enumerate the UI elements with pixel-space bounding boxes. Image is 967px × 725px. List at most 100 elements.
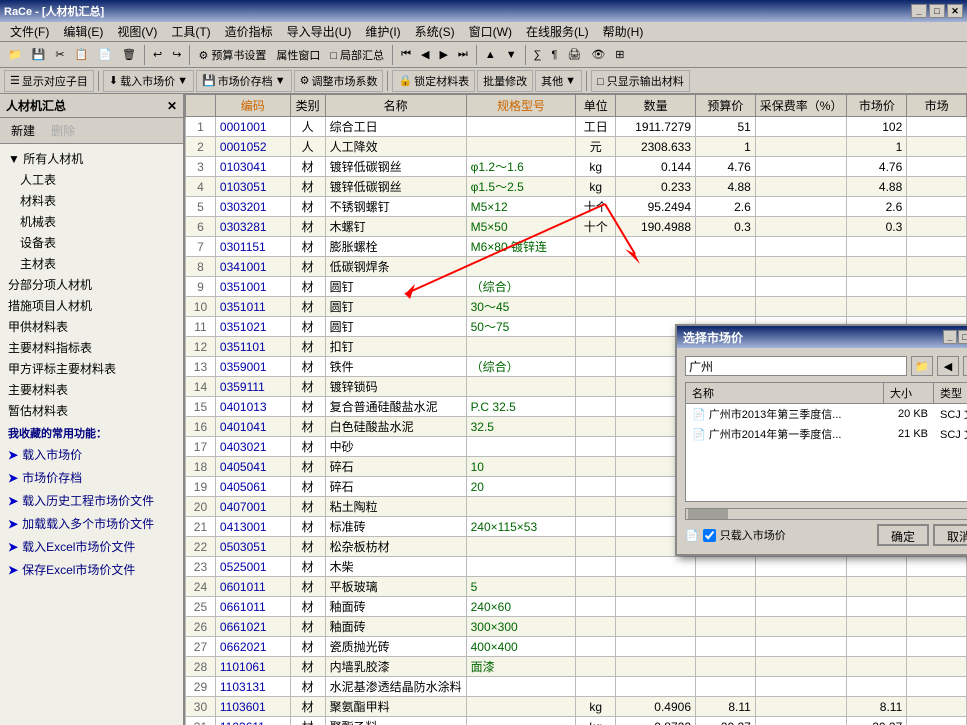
btn-adjust[interactable]: ⚙ 调整市场系数 — [294, 70, 384, 92]
table-row[interactable]: 25 0661011 材 釉面砖 240×60 — [186, 597, 967, 617]
tb-properties[interactable]: 属性窗口 — [272, 44, 324, 66]
tree-measure[interactable]: 措施项目人材机 — [4, 295, 179, 316]
btn-save-price[interactable]: 💾 市场价存档 ▼ — [196, 70, 292, 92]
dialog-path-input[interactable] — [685, 356, 907, 376]
tb-settings[interactable]: ⚙ 预算书设置 — [194, 44, 270, 66]
tb-delete[interactable]: 🗑 — [118, 44, 140, 66]
minimize-button[interactable]: _ — [911, 4, 927, 18]
panel-close-icon[interactable]: ✕ — [167, 99, 177, 113]
col-spec[interactable]: 规格型号 — [466, 95, 576, 117]
tree-labor[interactable]: 人工表 — [4, 169, 179, 190]
func-load-price[interactable]: ➤ 载入市场价 — [4, 443, 179, 466]
load-only-checkbox[interactable] — [703, 529, 716, 542]
dialog-maximize[interactable]: □ — [958, 330, 967, 344]
menu-maintain[interactable]: 维护(I) — [359, 21, 406, 42]
new-btn[interactable]: 新建 — [4, 120, 42, 141]
btn-lock[interactable]: 🔒 锁定材料表 — [392, 70, 475, 92]
table-row[interactable]: 26 0661021 材 釉面砖 300×300 — [186, 617, 967, 637]
menu-help[interactable]: 帮助(H) — [597, 21, 650, 42]
col-mkt2[interactable]: 市场 — [907, 95, 967, 117]
tree-main-mat[interactable]: 主材表 — [4, 253, 179, 274]
table-row[interactable]: 9 0351001 材 圆钉 （综合） — [186, 277, 967, 297]
tb-cut[interactable]: ✂ — [51, 44, 68, 66]
col-name[interactable]: 名称 — [325, 95, 466, 117]
dialog-minimize[interactable]: _ — [943, 330, 957, 344]
tree-machine[interactable]: 机械表 — [4, 211, 179, 232]
tree-material[interactable]: 材料表 — [4, 190, 179, 211]
menu-edit[interactable]: 编辑(E) — [57, 21, 109, 42]
table-row[interactable]: 28 1101061 材 内墙乳胶漆 面漆 — [186, 657, 967, 677]
tb-redo[interactable]: ↪ — [168, 44, 185, 66]
close-button[interactable]: ✕ — [947, 4, 963, 18]
func-save-price[interactable]: ➤ 市场价存档 — [4, 466, 179, 489]
dialog-scrollbar[interactable] — [685, 508, 967, 520]
table-row[interactable]: 1 0001001 人 综合工日 工日 1911.7279 51 102 — [186, 117, 967, 137]
col-budget[interactable]: 预算价 — [696, 95, 756, 117]
dialog-file-list[interactable]: 名称 大小 类型 📄 广州市2013年第三季度信... 20 KB SCJ 文 — [685, 382, 967, 502]
table-row[interactable]: 5 0303201 材 不锈钢螺钉 M5×12 十个 95.2494 2.6 2… — [186, 197, 967, 217]
table-row[interactable]: 30 1103601 材 聚氨酯甲料 kg 0.4906 8.11 8.11 — [186, 697, 967, 717]
table-row[interactable]: 2 0001052 人 人工降效 元 2308.633 1 1 — [186, 137, 967, 157]
menu-cost[interactable]: 造价指标 — [219, 21, 279, 42]
col-rate[interactable]: 采保费率（%） — [755, 95, 847, 117]
col-type[interactable]: 类别 — [290, 95, 325, 117]
btn-show-items[interactable]: ☰ 显示对应子目 — [4, 70, 94, 92]
tb-copy[interactable]: 📋 — [71, 44, 93, 66]
maximize-button[interactable]: □ — [929, 4, 945, 18]
func-multi-load[interactable]: ➤ 加载载入多个市场价文件 — [4, 512, 179, 535]
ok-button[interactable]: 确定 — [877, 524, 929, 546]
menu-file[interactable]: 文件(F) — [4, 21, 55, 42]
tb-nav3[interactable]: ▶ — [435, 44, 451, 66]
dialog-nav-forward[interactable]: ▶ — [963, 356, 967, 376]
tb-preview[interactable]: 👁 — [587, 44, 609, 66]
file-row-2[interactable]: 📄 广州市2014年第一季度信... 21 KB SCJ 文 — [686, 424, 967, 444]
tb-nav4[interactable]: ⏭ — [454, 44, 472, 66]
tree-eval[interactable]: 甲方评标主要材料表 — [4, 358, 179, 379]
dialog-folder-button[interactable]: 📁 — [911, 356, 933, 376]
tb-paste[interactable]: 📄 — [94, 44, 116, 66]
btn-show-output[interactable]: □ 只显示输出材料 — [591, 70, 690, 92]
menu-window[interactable]: 窗口(W) — [463, 21, 518, 42]
table-row[interactable]: 23 0525001 材 木柴 — [186, 557, 967, 577]
tb-calc[interactable]: ∑ — [530, 44, 546, 66]
tb-nav1[interactable]: ⏮ — [397, 44, 415, 66]
tb-undo[interactable]: ↩ — [149, 44, 166, 66]
delete-btn[interactable]: 删除 — [44, 120, 82, 141]
col-unit[interactable]: 单位 — [576, 95, 616, 117]
btn-other[interactable]: 其他 ▼ — [535, 70, 582, 92]
tb-up[interactable]: ▲ — [481, 44, 500, 66]
menu-view[interactable]: 视图(V) — [111, 21, 163, 42]
table-row[interactable]: 27 0662021 材 瓷质抛光砖 400×400 — [186, 637, 967, 657]
table-row[interactable]: 4 0103051 材 镀锌低碳钢丝 φ1.5～2.5 kg 0.233 4.8… — [186, 177, 967, 197]
func-history[interactable]: ➤ 载入历史工程市场价文件 — [4, 489, 179, 512]
menu-import[interactable]: 导入导出(U) — [281, 21, 358, 42]
func-excel-save[interactable]: ➤ 保存Excel市场价文件 — [4, 558, 179, 581]
btn-load-price[interactable]: ⬇ 载入市场价 ▼ — [103, 70, 194, 92]
func-excel-load[interactable]: ➤ 载入Excel市场价文件 — [4, 535, 179, 558]
file-row-1[interactable]: 📄 广州市2013年第三季度信... 20 KB SCJ 文 — [686, 404, 967, 424]
tree-main-list[interactable]: 主要材料表 — [4, 379, 179, 400]
table-row[interactable]: 7 0301151 材 膨胀螺栓 M6×80 镀锌连 — [186, 237, 967, 257]
tb-summary[interactable]: □ 局部汇总 — [326, 44, 388, 66]
tree-section[interactable]: 分部分项人材机 — [4, 274, 179, 295]
table-row[interactable]: 6 0303281 材 木螺钉 M5×50 十个 190.4988 0.3 0.… — [186, 217, 967, 237]
tree-root[interactable]: ▼ 所有人材机 — [4, 148, 179, 169]
tree-equip[interactable]: 设备表 — [4, 232, 179, 253]
tb-print[interactable]: 🖨 — [563, 44, 585, 66]
tb-nav2[interactable]: ◀ — [417, 44, 433, 66]
col-code[interactable]: 编码 — [215, 95, 290, 117]
select-market-dialog[interactable]: 选择市场价 _ □ ✕ 📁 ◀ ▶ — [675, 324, 967, 556]
tb-settings2[interactable]: ⊞ — [611, 44, 628, 66]
menu-online[interactable]: 在线服务(L) — [520, 21, 595, 42]
col-mkt[interactable]: 市场价 — [847, 95, 907, 117]
table-row[interactable]: 8 0341001 材 低碳钢焊条 — [186, 257, 967, 277]
table-row[interactable]: 10 0351011 材 圆钉 30～45 — [186, 297, 967, 317]
menu-tools[interactable]: 工具(T) — [165, 21, 216, 42]
tree-main-indicator[interactable]: 主要材料指标表 — [4, 337, 179, 358]
tb-new[interactable]: 📁 — [4, 44, 26, 66]
col-qty[interactable]: 数量 — [616, 95, 696, 117]
tree-supplied[interactable]: 甲供材料表 — [4, 316, 179, 337]
tb-formula[interactable]: ¶ — [547, 44, 561, 66]
tree-estimate[interactable]: 暂估材料表 — [4, 400, 179, 421]
dialog-nav-back[interactable]: ◀ — [937, 356, 959, 376]
